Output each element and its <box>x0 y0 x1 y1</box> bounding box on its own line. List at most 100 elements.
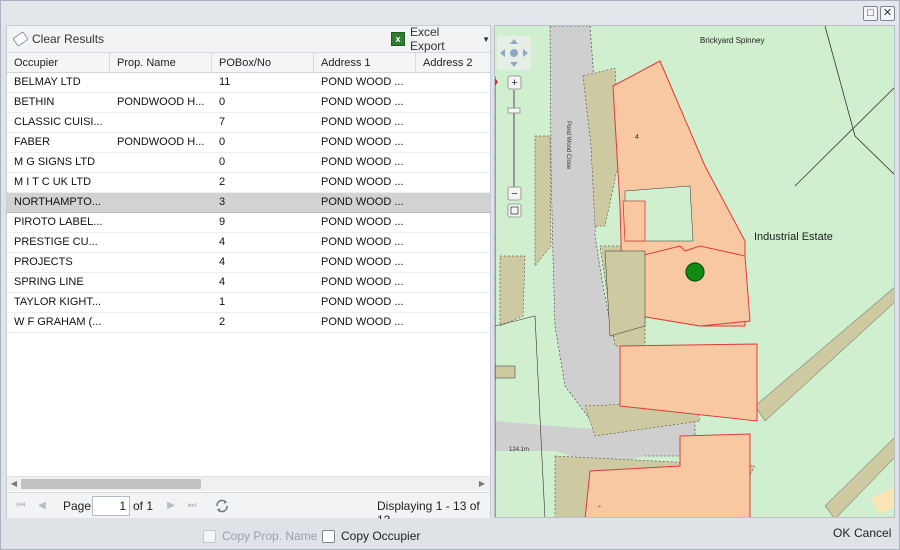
chevron-down-icon[interactable]: ▼ <box>482 35 490 44</box>
cell-address1: POND WOOD ... <box>321 196 404 208</box>
cell-occupier: FABER <box>14 136 51 148</box>
cell-prop-name <box>110 153 212 172</box>
cell-pobox: 0 <box>219 96 226 108</box>
refresh-icon[interactable] <box>214 498 230 514</box>
cell-address2 <box>416 273 490 292</box>
table-row[interactable]: M I T C UK LTD 2 POND WOOD ... <box>7 173 490 193</box>
zoom-in-icon: + <box>511 77 517 89</box>
cell-pobox: 3 <box>219 196 226 208</box>
column-header-occupier[interactable]: Occupier <box>7 53 110 73</box>
cell-occupier: W F GRAHAM (... <box>14 316 102 328</box>
prev-page-icon[interactable]: ◀ <box>35 499 49 513</box>
cell-prop-name: PONDWOOD H... <box>117 136 205 148</box>
copy-prop-name-checkbox[interactable]: Copy Prop. Name <box>203 529 317 543</box>
checkbox-box[interactable] <box>203 529 216 543</box>
map-label-plot-a: 4 <box>635 134 639 141</box>
cell-address2 <box>416 173 490 192</box>
cell-address1: POND WOOD ... <box>321 96 404 108</box>
scrollbar-thumb[interactable] <box>21 479 201 489</box>
cell-prop-name <box>110 273 212 292</box>
table-row[interactable]: CLASSIC CUISI... 7 POND WOOD ... <box>7 113 490 133</box>
map-label-plot-b: - <box>598 501 601 511</box>
table-row[interactable]: PROJECTS 4 POND WOOD ... <box>7 253 490 273</box>
grid-header: Occupier Prop. Name POBox/No Address 1 A… <box>7 53 490 73</box>
zoom-in-button[interactable]: + <box>507 75 522 90</box>
cell-occupier: BELMAY LTD <box>14 76 81 88</box>
cell-address2 <box>416 153 490 172</box>
column-header-address2[interactable]: Address 2 <box>416 53 490 73</box>
cell-prop-name <box>110 173 212 192</box>
table-row[interactable]: PRESTIGE CU... 4 POND WOOD ... <box>7 233 490 253</box>
cell-occupier: PRESTIGE CU... <box>14 236 98 248</box>
excel-icon: x <box>391 32 405 46</box>
close-button[interactable]: ✕ <box>880 6 895 21</box>
cell-pobox: 0 <box>219 136 226 148</box>
table-row[interactable]: PIROTO LABEL... 9 POND WOOD ... <box>7 213 490 233</box>
results-panel: Clear Results x Excel Export ▼ Occupier … <box>6 25 491 527</box>
last-page-icon[interactable]: ⏭ <box>185 499 199 513</box>
clear-results-label: Clear Results <box>32 32 105 46</box>
next-page-icon[interactable]: ▶ <box>164 499 178 513</box>
map-label-brickyard: Brickyard Spinney <box>700 36 764 45</box>
excel-export-button[interactable]: x Excel Export ▼ <box>391 25 490 53</box>
zoom-slider-thumb[interactable] <box>507 107 521 114</box>
page-count-label: of 1 <box>133 499 154 513</box>
column-header-prop-name[interactable]: Prop. Name <box>110 53 212 73</box>
column-header-address1[interactable]: Address 1 <box>314 53 416 73</box>
cell-address2 <box>416 313 490 332</box>
copy-occupier-checkbox[interactable]: Copy Occupier <box>322 529 420 543</box>
cell-address2 <box>416 193 490 212</box>
map-view[interactable]: Brickyard Spinney Industrial Estate Pond… <box>494 25 895 518</box>
excel-export-label: Excel Export <box>409 25 445 53</box>
cell-occupier: BETHIN <box>14 96 55 108</box>
cell-prop-name <box>110 193 212 212</box>
scroll-left-icon[interactable]: ◀ <box>9 479 19 489</box>
horizontal-scrollbar[interactable]: ◀ ▶ <box>7 476 490 491</box>
cell-address1: POND WOOD ... <box>321 256 404 268</box>
pan-control[interactable] <box>497 36 531 70</box>
first-page-icon[interactable]: ⏮ <box>14 499 28 513</box>
ok-button[interactable]: OK <box>833 526 850 540</box>
location-marker[interactable] <box>685 262 705 282</box>
page-number-input[interactable]: 1 <box>92 496 130 516</box>
cell-prop-name <box>110 293 212 312</box>
copy-prop-name-label: Copy Prop. Name <box>222 529 318 543</box>
cell-address2 <box>416 253 490 272</box>
cell-occupier: M G SIGNS LTD <box>14 156 96 168</box>
grid-body: BELMAY LTD 11 POND WOOD ... BETHIN PONDWOOD … <box>7 73 490 333</box>
tag-icon <box>12 31 29 47</box>
cell-address1: POND WOOD ... <box>321 216 404 228</box>
table-row[interactable]: M G SIGNS LTD 0 POND WOOD ... <box>7 153 490 173</box>
cell-address2 <box>416 73 490 92</box>
scroll-right-icon[interactable]: ▶ <box>477 479 487 489</box>
cell-address2 <box>416 93 490 112</box>
dialog-footer: Copy Prop. Name Copy Occupier OK Cancel <box>1 519 899 549</box>
zoom-extent-button[interactable] <box>507 203 522 218</box>
map-canvas[interactable]: Brickyard Spinney Industrial Estate Pond… <box>495 26 895 518</box>
table-row[interactable]: FABER PONDWOOD H... 0 POND WOOD ... <box>7 133 490 153</box>
cell-occupier: CLASSIC CUISI... <box>14 116 103 128</box>
cell-address1: POND WOOD ... <box>321 156 404 168</box>
cell-pobox: 4 <box>219 256 226 268</box>
restore-button[interactable]: □ <box>863 6 878 21</box>
results-window: □ ✕ Clear Results x Excel Export ▼ Occup… <box>0 0 900 550</box>
cell-pobox: 2 <box>219 316 226 328</box>
table-row[interactable]: SPRING LINE 4 POND WOOD ... <box>7 273 490 293</box>
table-row[interactable]: W F GRAHAM (... 2 POND WOOD ... <box>7 313 490 333</box>
cell-address1: POND WOOD ... <box>321 236 404 248</box>
cell-occupier: M I T C UK LTD <box>14 176 92 188</box>
cell-address1: POND WOOD ... <box>321 76 404 88</box>
column-header-pobox[interactable]: POBox/No <box>212 53 314 73</box>
cell-occupier: TAYLOR KIGHT... <box>14 296 101 308</box>
table-row[interactable]: NORTHAMPTO... 3 POND WOOD ... <box>7 193 490 213</box>
cancel-button[interactable]: Cancel <box>854 526 891 540</box>
table-row[interactable]: BETHIN PONDWOOD H... 0 POND WOOD ... <box>7 93 490 113</box>
table-row[interactable]: TAYLOR KIGHT... 1 POND WOOD ... <box>7 293 490 313</box>
copy-occupier-label: Copy Occupier <box>341 529 421 543</box>
clear-results-button[interactable]: Clear Results <box>12 31 105 47</box>
zoom-out-button[interactable]: − <box>507 186 522 201</box>
cell-prop-name: PONDWOOD H... <box>117 96 205 108</box>
checkbox-box[interactable] <box>322 529 335 543</box>
table-row[interactable]: BELMAY LTD 11 POND WOOD ... <box>7 73 490 93</box>
cell-pobox: 0 <box>219 156 226 168</box>
